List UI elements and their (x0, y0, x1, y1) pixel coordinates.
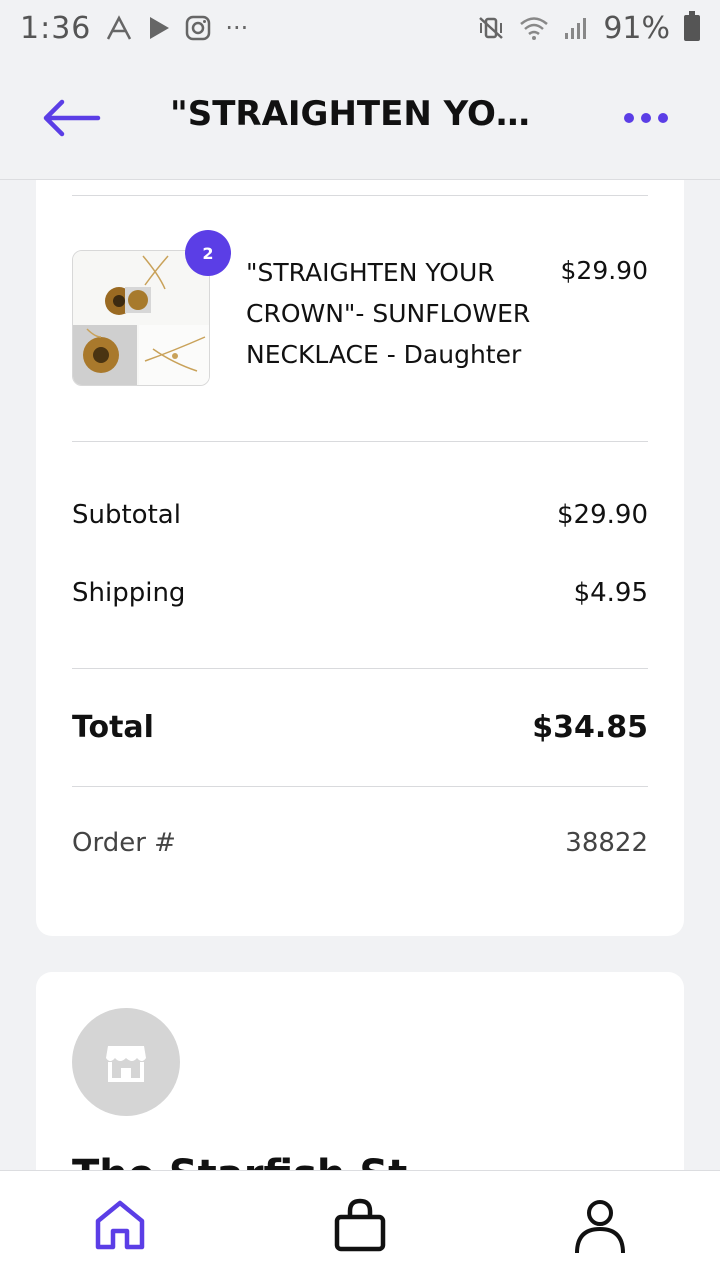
subtotal-value: $29.90 (557, 500, 648, 530)
mute-vibrate-icon (479, 17, 504, 39)
divider (72, 441, 648, 442)
store-avatar (72, 1008, 180, 1116)
more-dot-icon (658, 113, 668, 123)
order-summary-card: 2 "STRAIGHTEN YOUR CROWN"- SUNFLOWER NEC… (36, 180, 684, 936)
status-bar-left: 1:36 ··· (20, 11, 248, 46)
shopping-bag-icon (334, 1198, 386, 1252)
profile-icon (575, 1200, 625, 1253)
divider (72, 786, 648, 787)
home-icon (95, 1200, 145, 1250)
status-bar-right: 91% (477, 11, 700, 46)
total-label: Total (72, 710, 154, 745)
play-store-icon (150, 17, 170, 39)
wifi-icon (520, 17, 549, 40)
status-time: 1:36 (20, 10, 92, 46)
nav-home[interactable] (90, 1195, 150, 1255)
back-button[interactable] (40, 96, 102, 140)
sunflower-necklace-image (73, 251, 209, 385)
instagram-icon (186, 15, 211, 41)
arrow-left-icon (43, 99, 101, 137)
quantity-badge: 2 (185, 230, 231, 276)
subtotal-label: Subtotal (72, 500, 181, 530)
battery-icon (684, 11, 700, 41)
storefront-icon (106, 1046, 146, 1082)
shipping-value: $4.95 (573, 578, 648, 608)
total-value: $34.85 (532, 710, 648, 745)
a-icon (107, 15, 132, 40)
product-thumbnail[interactable] (72, 250, 210, 386)
bottom-navigation (0, 1170, 720, 1280)
order-number-label: Order # (72, 828, 176, 858)
more-dot-icon (624, 113, 634, 123)
order-number-value: 38822 (565, 828, 648, 858)
divider (72, 668, 648, 669)
nav-profile[interactable] (570, 1195, 630, 1255)
status-bar: 1:36 ··· 91% (0, 0, 720, 56)
signal-icon (565, 18, 587, 39)
app-bar: "STRAIGHTEN YOUR CROWN"- SUNFLOWER NECKL… (0, 56, 720, 180)
more-options-button[interactable] (624, 113, 668, 123)
shipping-label: Shipping (72, 578, 186, 608)
product-price: $29.90 (560, 256, 648, 285)
nav-cart[interactable] (330, 1195, 390, 1255)
more-dot-icon (641, 113, 651, 123)
page-title: "STRAIGHTEN YOUR CROWN"- SUNFLOWER NECKL… (170, 94, 550, 134)
product-name: "STRAIGHTEN YOUR CROWN"- SUNFLOWER NECKL… (246, 258, 531, 369)
more-notifications-icon: ··· (225, 14, 249, 42)
divider (72, 195, 648, 196)
battery-percent: 91% (603, 10, 670, 46)
